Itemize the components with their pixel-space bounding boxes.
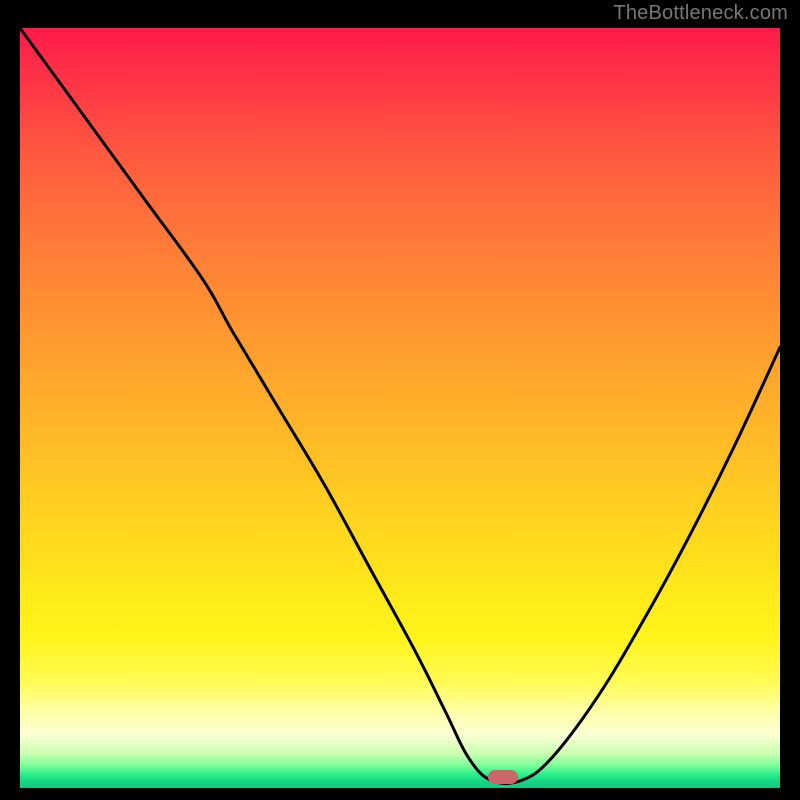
attribution-watermark: TheBottleneck.com: [613, 2, 788, 25]
optimum-marker: [488, 770, 518, 784]
chart-container: TheBottleneck.com: [0, 0, 800, 800]
bottleneck-curve: [20, 28, 780, 788]
plot-area: [20, 28, 780, 788]
